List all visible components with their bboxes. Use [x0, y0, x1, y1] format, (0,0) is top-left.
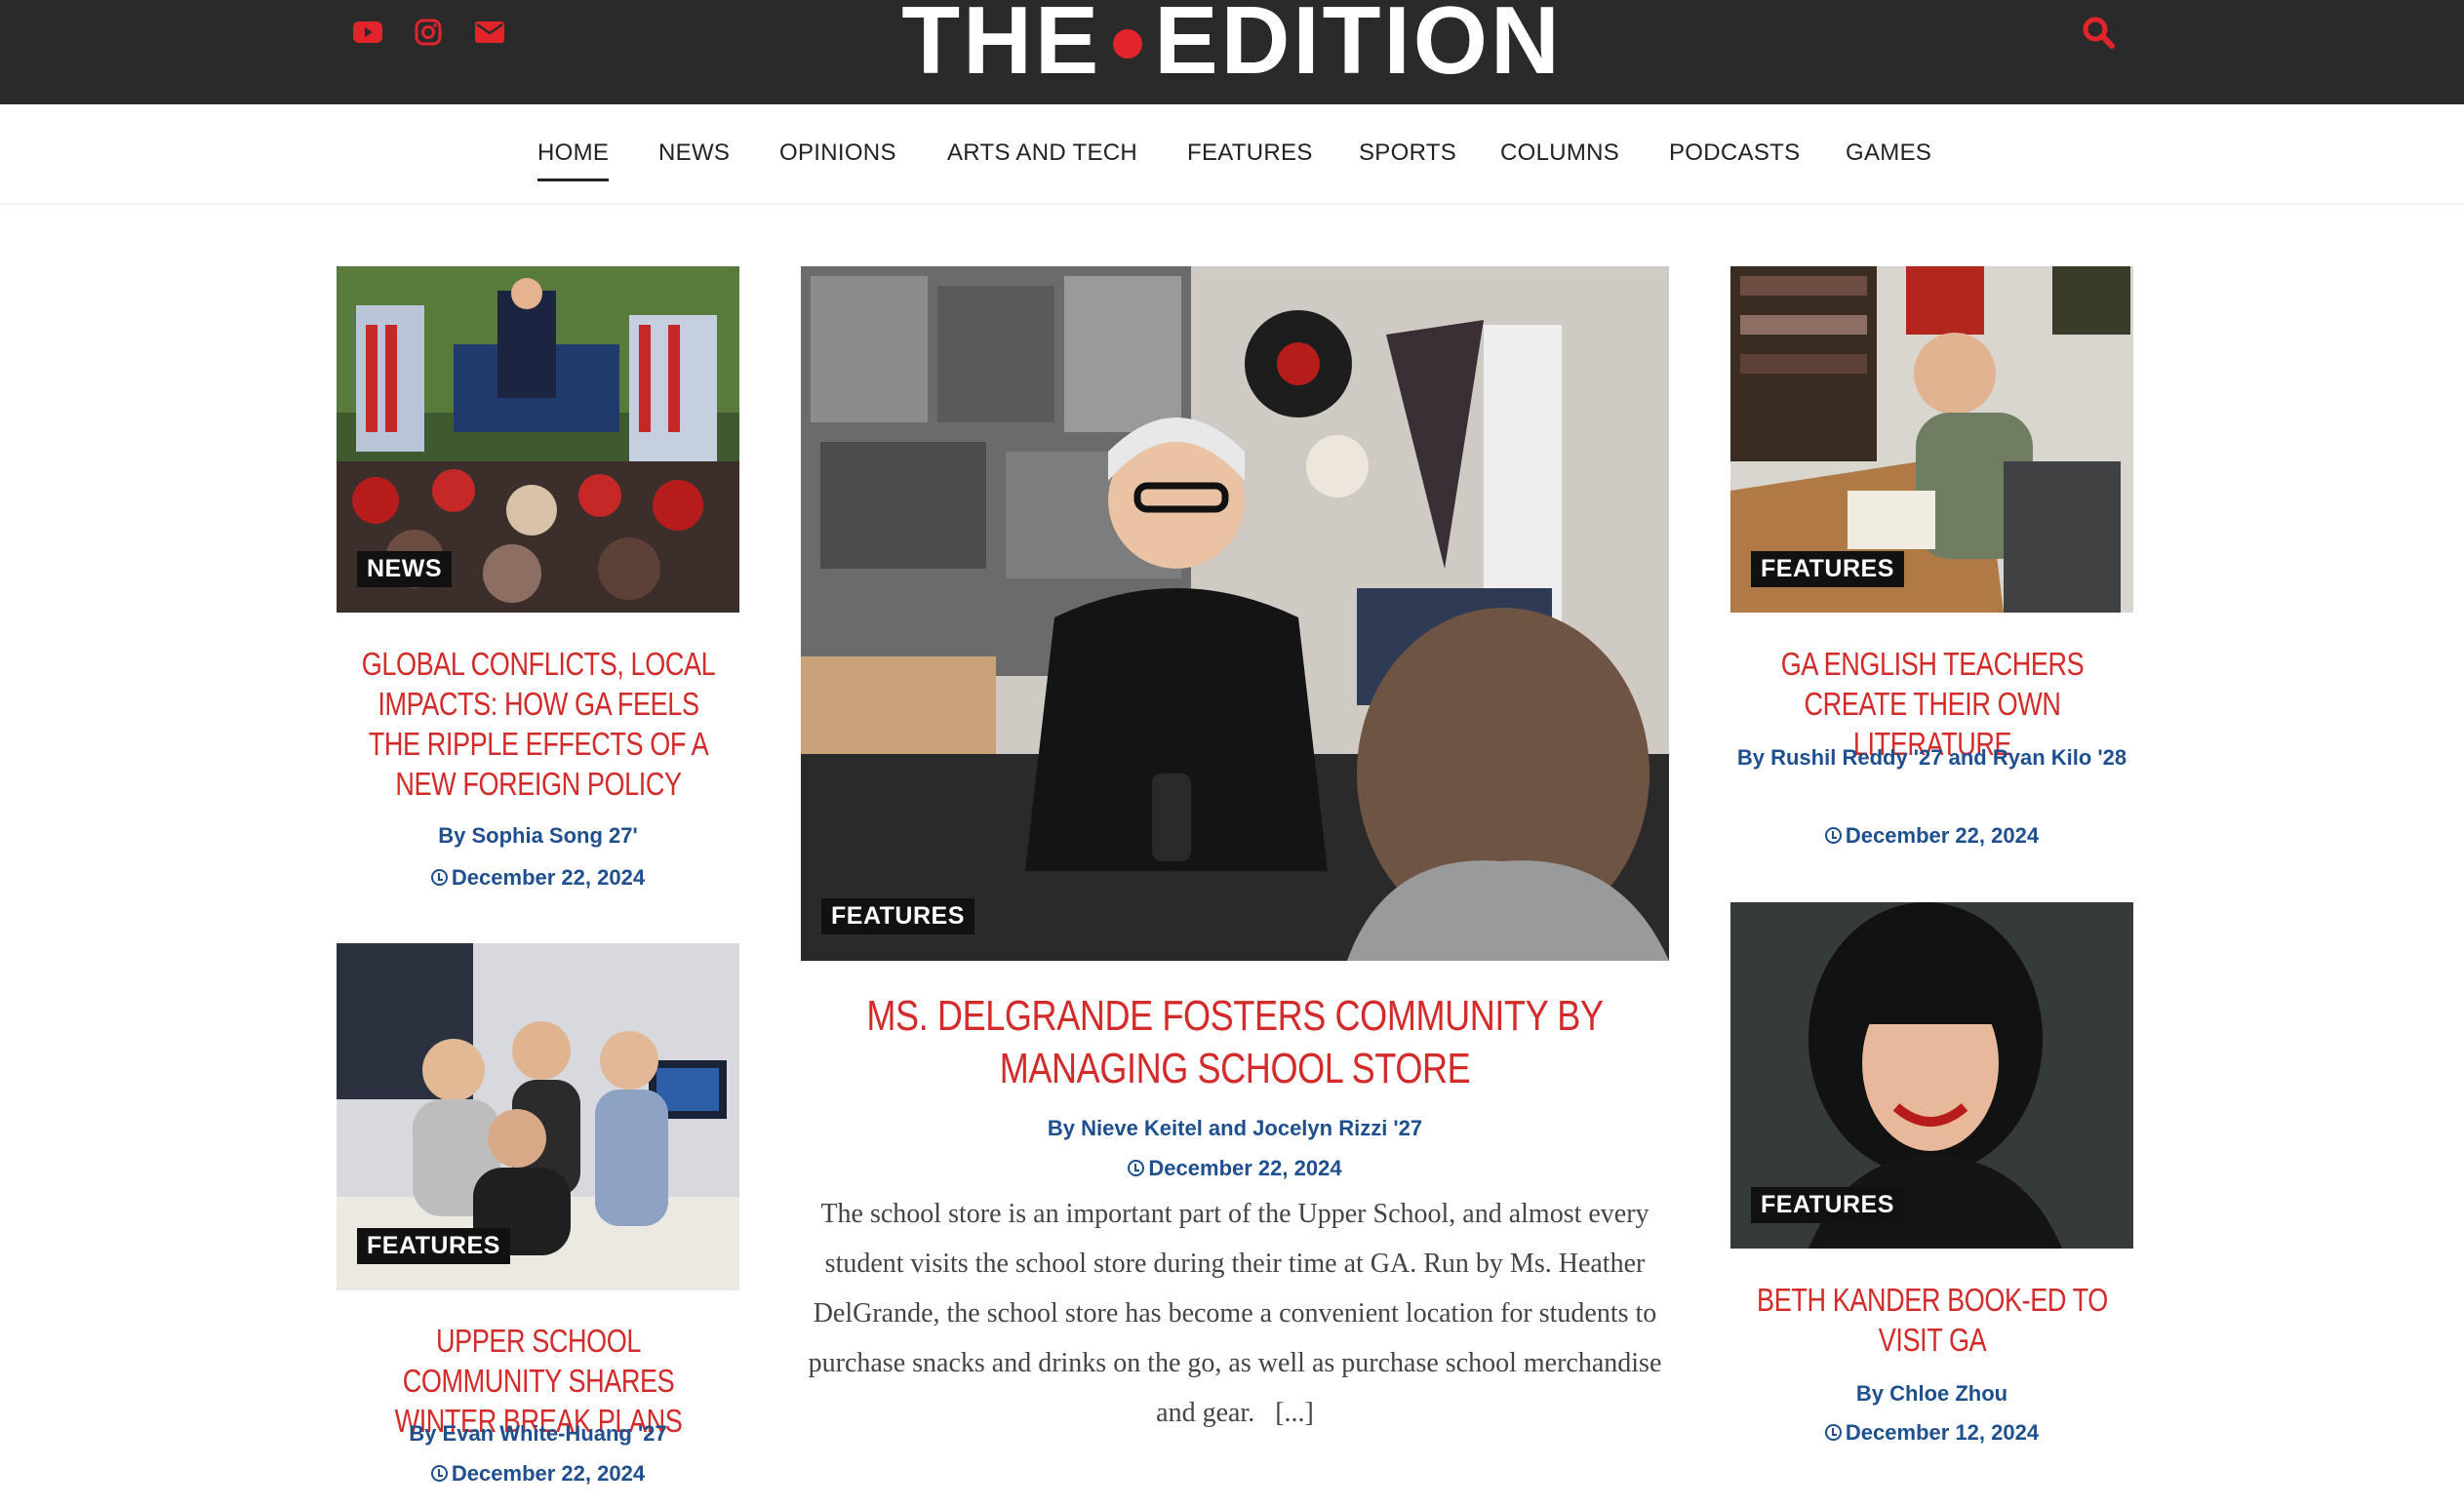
- article-byline[interactable]: By Evan White-Huang '27: [337, 1415, 739, 1452]
- clock-icon: [1824, 1424, 1842, 1441]
- article-date: December 22, 2024: [337, 1461, 739, 1487]
- category-tag[interactable]: FEATURES: [821, 898, 974, 934]
- nav-opinions[interactable]: OPINIONS: [779, 139, 896, 179]
- feature-excerpt: The school store is an important part of…: [801, 1189, 1669, 1438]
- article-date-text: December 12, 2024: [1845, 1420, 2040, 1445]
- nav-home[interactable]: HOME: [537, 139, 610, 181]
- read-more-link[interactable]: [...]: [1275, 1398, 1314, 1428]
- nav-features[interactable]: FEATURES: [1187, 139, 1313, 179]
- category-tag[interactable]: FEATURES: [1751, 1187, 1904, 1223]
- clock-icon: [1128, 1160, 1145, 1176]
- article-date-text: December 22, 2024: [451, 1461, 646, 1486]
- logo-text-right: EDITION: [1154, 0, 1563, 94]
- article-date-text: December 22, 2024: [1845, 823, 2040, 848]
- clock-icon: [430, 869, 448, 886]
- clock-icon: [430, 1465, 448, 1482]
- category-tag[interactable]: FEATURES: [1751, 551, 1904, 587]
- main-nav: HOME NEWS OPINIONS ARTS AND TECH FEATURE…: [0, 104, 2464, 205]
- article-date: December 22, 2024: [337, 865, 739, 891]
- feature-date-text: December 22, 2024: [1148, 1156, 1342, 1180]
- article-title[interactable]: GLOBAL CONFLICTS, LOCAL IMPACTS: HOW GA …: [359, 644, 719, 804]
- nav-games[interactable]: GAMES: [1846, 139, 1931, 179]
- article-byline[interactable]: By Sophia Song 27': [337, 817, 739, 854]
- nav-columns[interactable]: COLUMNS: [1500, 139, 1619, 179]
- article-byline[interactable]: By Chloe Zhou: [1730, 1375, 2133, 1412]
- feature-title[interactable]: MS. DELGRANDE FOSTERS COMMUNITY BY MANAG…: [835, 990, 1635, 1095]
- nav-sports[interactable]: SPORTS: [1359, 139, 1456, 179]
- feature-date: December 22, 2024: [801, 1156, 1669, 1181]
- search-icon[interactable]: [2080, 14, 2119, 53]
- feature-byline[interactable]: By Nieve Keitel and Jocelyn Rizzi '27: [801, 1110, 1669, 1147]
- article-title[interactable]: BETH KANDER BOOK-ED TO VISIT GA: [1753, 1280, 2113, 1360]
- category-tag[interactable]: FEATURES: [357, 1228, 510, 1264]
- article-date: December 22, 2024: [1730, 823, 2133, 849]
- nav-news[interactable]: NEWS: [658, 139, 730, 179]
- article-date: December 12, 2024: [1730, 1420, 2133, 1446]
- clock-icon: [1824, 827, 1842, 844]
- category-tag[interactable]: NEWS: [357, 551, 452, 587]
- logo-text-left: THE: [901, 0, 1102, 94]
- site-header: THE EDITION: [0, 0, 2464, 104]
- nav-arts-and-tech[interactable]: ARTS AND TECH: [947, 139, 1137, 179]
- article-image-school-store[interactable]: [801, 266, 1669, 961]
- nav-podcasts[interactable]: PODCASTS: [1669, 139, 1800, 179]
- article-date-text: December 22, 2024: [451, 865, 646, 890]
- feature-excerpt-text: The school store is an important part of…: [808, 1199, 1662, 1428]
- article-byline[interactable]: By Rushil Reddy '27 and Ryan Kilo '28: [1730, 739, 2133, 776]
- logo-dot: [1113, 29, 1143, 60]
